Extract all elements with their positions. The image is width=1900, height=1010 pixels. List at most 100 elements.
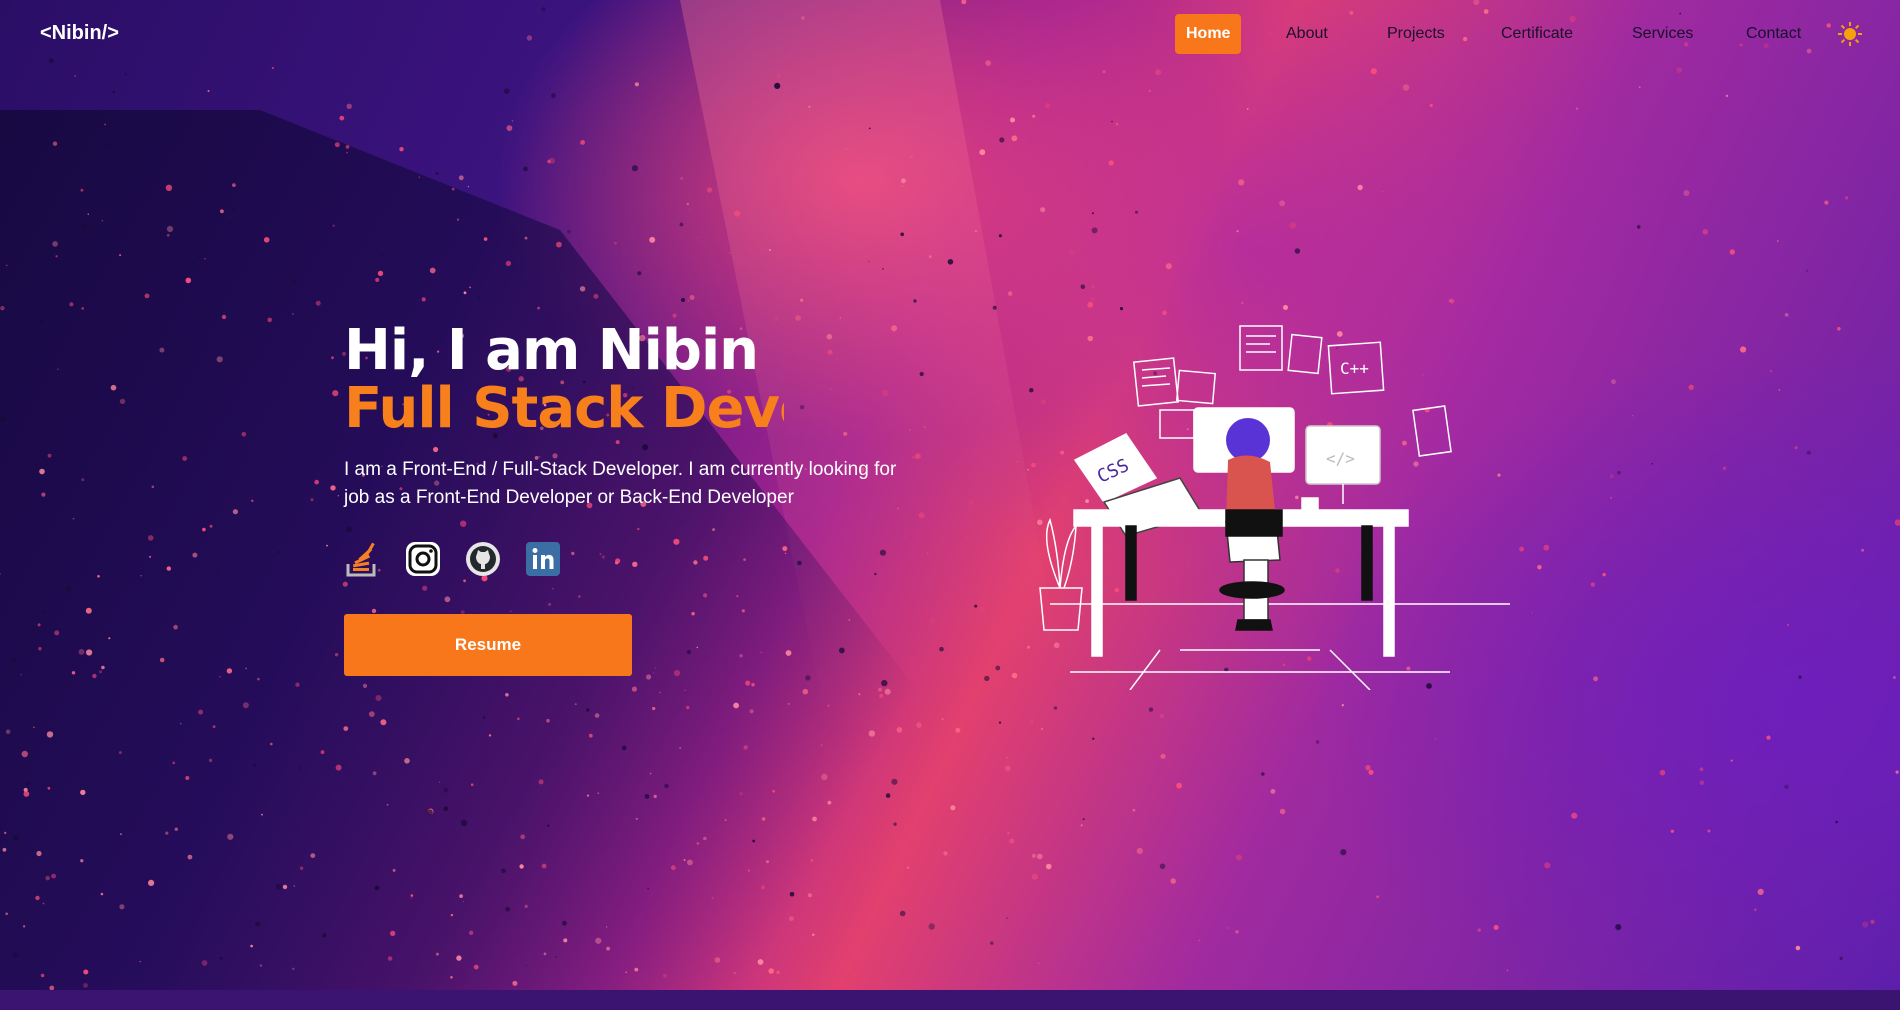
background-speckle — [443, 787, 449, 793]
background-speckle — [1066, 197, 1068, 199]
background-speckle — [586, 708, 590, 712]
background-speckle — [216, 356, 223, 363]
background-speckle — [488, 734, 492, 737]
background-speckle — [12, 952, 19, 958]
background-speckle — [251, 499, 254, 502]
background-speckle — [548, 157, 556, 164]
background-speckle — [1683, 190, 1690, 196]
background-speckle — [202, 527, 206, 532]
background-speckle — [451, 187, 455, 191]
illustration-monitor-label: </> — [1326, 449, 1355, 468]
background-speckle — [42, 902, 45, 905]
background-speckle — [631, 686, 638, 692]
background-speckle — [687, 859, 693, 866]
background-speckle — [345, 145, 350, 149]
background-speckle — [505, 693, 509, 697]
background-speckle — [848, 619, 850, 621]
background-speckle — [696, 646, 699, 649]
nav-home[interactable]: Home — [1175, 14, 1242, 54]
background-speckle — [649, 772, 652, 775]
background-speckle — [118, 751, 122, 755]
background-speckle — [47, 453, 52, 458]
site-logo[interactable]: <Nibin/> — [40, 22, 119, 45]
background-speckle — [554, 956, 557, 958]
background-speckle — [1610, 496, 1613, 499]
resume-button[interactable]: Resume — [344, 614, 632, 676]
background-speckle — [149, 555, 152, 558]
background-speckle — [510, 610, 512, 612]
background-speckle — [1434, 737, 1437, 740]
background-speckle — [879, 549, 887, 556]
background-speckle — [524, 904, 528, 909]
background-speckle — [216, 569, 220, 572]
background-speckle — [503, 88, 510, 94]
background-speckle — [511, 120, 514, 122]
background-speckle — [374, 885, 380, 891]
background-speckle — [33, 726, 35, 728]
background-speckle — [40, 973, 45, 978]
background-speckle — [1279, 200, 1286, 207]
background-speckle — [760, 651, 762, 653]
background-speckle — [275, 884, 282, 890]
background-speckle — [1699, 780, 1705, 785]
background-speckle — [1617, 470, 1621, 475]
background-speckle — [1009, 838, 1015, 844]
background-speckle — [450, 913, 454, 917]
background-speckle — [919, 371, 924, 377]
nav-about[interactable]: About — [1286, 14, 1328, 54]
background-speckle — [900, 232, 904, 237]
nav-certificate[interactable]: Certificate — [1501, 14, 1573, 54]
background-speckle — [881, 679, 888, 687]
background-speckle — [689, 295, 695, 300]
background-speckle — [923, 426, 926, 429]
background-speckle — [538, 779, 544, 785]
background-speckle — [456, 955, 462, 961]
background-speckle — [3, 831, 7, 835]
background-speckle — [517, 717, 520, 721]
background-speckle — [1824, 200, 1829, 205]
background-speckle — [1895, 770, 1899, 774]
background-speckle — [1837, 327, 1841, 331]
illustration-sticky-label: C++ — [1340, 359, 1369, 378]
background-speckle — [1340, 849, 1347, 856]
instagram-icon[interactable] — [404, 540, 442, 578]
background-speckle — [1778, 389, 1781, 391]
background-speckle — [1111, 120, 1113, 123]
background-speckle — [1826, 23, 1831, 28]
background-speckle — [974, 229, 978, 233]
background-speckle — [166, 233, 170, 237]
background-speckle — [547, 824, 550, 827]
background-speckle — [1365, 765, 1371, 771]
background-speckle — [337, 495, 339, 497]
background-speckle — [174, 827, 178, 831]
background-speckle — [664, 783, 669, 789]
linkedin-icon[interactable] — [524, 540, 562, 578]
stackoverflow-icon[interactable] — [344, 540, 382, 578]
background-speckle — [322, 933, 327, 938]
background-speckle — [885, 793, 891, 798]
background-speckle — [1294, 248, 1301, 254]
background-speckle — [1045, 103, 1051, 109]
background-speckle — [795, 315, 801, 321]
background-speckle — [812, 933, 815, 936]
background-speckle — [1575, 107, 1578, 110]
background-speckle — [998, 234, 1002, 238]
background-speckle — [1053, 706, 1058, 710]
background-speckle — [928, 255, 932, 259]
background-speckle — [784, 552, 787, 555]
background-speckle — [219, 675, 222, 678]
github-icon[interactable] — [464, 540, 502, 578]
background-speckle — [469, 286, 471, 289]
nav-contact[interactable]: Contact — [1746, 14, 1801, 54]
background-speckle — [185, 776, 190, 780]
background-speckle — [729, 252, 731, 254]
background-speckle — [597, 792, 600, 794]
background-speckle — [812, 816, 817, 822]
background-speckle — [614, 241, 617, 245]
background-speckle — [1449, 298, 1455, 304]
sun-icon[interactable] — [1838, 22, 1862, 46]
background-speckle — [1477, 928, 1481, 932]
nav-services[interactable]: Services — [1632, 14, 1693, 54]
background-speckle — [1136, 847, 1143, 855]
nav-projects[interactable]: Projects — [1387, 14, 1445, 54]
